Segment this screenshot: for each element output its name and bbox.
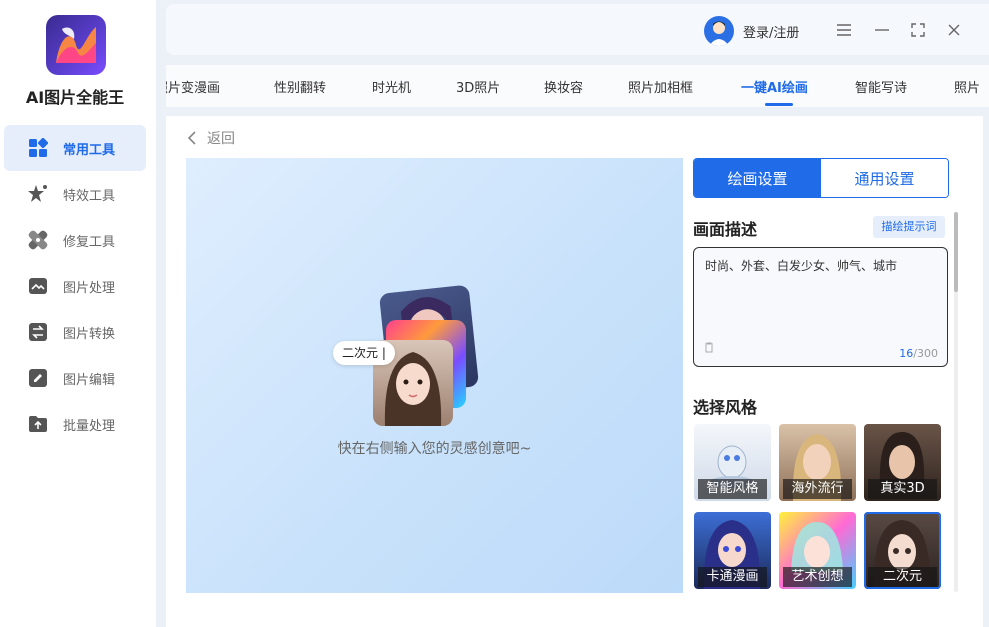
login-button[interactable]: 登录/注册 xyxy=(704,16,799,46)
app-logo xyxy=(46,15,106,75)
description-title: 画面描述 xyxy=(693,220,758,239)
sidebar-item-effect-tools[interactable]: 特效工具 xyxy=(4,171,146,217)
sidebar-item-common-tools[interactable]: 常用工具 xyxy=(4,125,146,171)
description-input[interactable]: 时尚、外套、白发少女、帅气、城市 16/300 xyxy=(693,247,948,367)
tab-photo-frame[interactable]: 照片加相框 xyxy=(628,77,693,96)
main-panel: 返回 二次元 | 快在右侧输入您的灵感创意吧~ 绘画设置 通用设置 画面描述 描… xyxy=(166,116,983,627)
edit-icon xyxy=(27,367,49,389)
image-icon xyxy=(27,275,49,297)
preview-canvas: 二次元 | 快在右侧输入您的灵感创意吧~ xyxy=(186,158,683,593)
avatar-icon xyxy=(704,16,734,46)
minimize-icon[interactable] xyxy=(873,21,891,39)
tab-3d-photo[interactable]: 3D照片 xyxy=(456,77,500,96)
tab-draw-settings[interactable]: 绘画设置 xyxy=(694,159,821,197)
sidebar-item-label: 修复工具 xyxy=(63,234,116,250)
star-effect-icon xyxy=(27,183,49,205)
tab-photo-to-comic[interactable]: 照片变漫画 xyxy=(166,77,220,96)
description-text: 时尚、外套、白发少女、帅气、城市 xyxy=(705,259,898,273)
style-art[interactable]: 艺术创想 xyxy=(779,512,856,589)
canvas-hint: 快在右侧输入您的灵感创意吧~ xyxy=(337,441,532,457)
upload-folder-icon xyxy=(27,413,49,435)
sidebar-item-label: 图片编辑 xyxy=(63,372,116,388)
swap-icon xyxy=(27,321,49,343)
app-name: AI图片全能王 xyxy=(25,88,125,107)
title-bar: 登录/注册 xyxy=(166,4,989,55)
style-realistic-3d[interactable]: 真实3D xyxy=(864,424,941,501)
back-label: 返回 xyxy=(207,131,235,147)
style-cartoon[interactable]: 卡通漫画 xyxy=(694,512,771,589)
menu-icon[interactable] xyxy=(835,21,853,39)
char-counter: 16/300 xyxy=(899,347,938,360)
tab-gender-swap[interactable]: 性别翻转 xyxy=(274,77,326,96)
sidebar-item-image-edit[interactable]: 图片编辑 xyxy=(4,355,146,401)
sidebar-item-label: 批量处理 xyxy=(63,418,116,434)
trash-icon[interactable] xyxy=(704,338,714,357)
style-label: 艺术创想 xyxy=(783,567,852,587)
style-chip-label: 二次元 xyxy=(342,346,379,360)
style-title: 选择风格 xyxy=(693,398,758,417)
style-overseas[interactable]: 海外流行 xyxy=(779,424,856,501)
sidebar-item-label: 特效工具 xyxy=(63,188,116,204)
style-label: 二次元 xyxy=(868,567,937,587)
style-label: 真实3D xyxy=(868,479,937,499)
tab-ai-painting[interactable]: 一键AI绘画 xyxy=(741,77,808,96)
style-label: 智能风格 xyxy=(698,479,767,499)
tab-makeup[interactable]: 换妆容 xyxy=(544,77,583,96)
scrollbar-thumb[interactable] xyxy=(954,212,958,292)
sidebar-item-repair-tools[interactable]: 修复工具 xyxy=(4,217,146,263)
style-chip: 二次元 | xyxy=(333,341,395,365)
sidebar-item-label: 图片转换 xyxy=(63,326,116,342)
tab-photo-more[interactable]: 照片 xyxy=(954,77,980,96)
back-button[interactable]: 返回 xyxy=(186,128,235,148)
scrollbar[interactable] xyxy=(954,212,958,592)
tab-smart-poem[interactable]: 智能写诗 xyxy=(855,77,907,96)
maximize-icon[interactable] xyxy=(909,21,927,39)
style-smart[interactable]: 智能风格 xyxy=(694,424,771,501)
settings-tab-switch: 绘画设置 通用设置 xyxy=(693,158,949,198)
style-label: 卡通漫画 xyxy=(698,567,767,587)
grid-icon xyxy=(27,137,49,159)
style-anime[interactable]: 二次元 xyxy=(864,512,941,589)
feature-tabs: 照片变漫画 性别翻转 时光机 3D照片 换妆容 照片加相框 一键AI绘画 智能写… xyxy=(166,65,989,107)
close-icon[interactable] xyxy=(945,21,963,39)
sidebar-item-image-processing[interactable]: 图片处理 xyxy=(4,263,146,309)
sidebar-nav: 常用工具 特效工具 修复工具 图片处理 图片转换 图片编辑 批量处理 xyxy=(4,125,146,447)
char-max: /300 xyxy=(913,347,938,360)
sidebar-item-image-convert[interactable]: 图片转换 xyxy=(4,309,146,355)
sidebar: AI图片全能王 常用工具 特效工具 修复工具 图片处理 图片转换 图片编辑 批量… xyxy=(0,0,156,627)
login-label: 登录/注册 xyxy=(743,25,800,41)
sidebar-item-batch[interactable]: 批量处理 xyxy=(4,401,146,447)
style-label: 海外流行 xyxy=(783,479,852,499)
sidebar-item-label: 图片处理 xyxy=(63,280,116,296)
active-tab-indicator xyxy=(765,103,793,106)
chevron-left-icon xyxy=(187,131,196,145)
bandage-icon xyxy=(27,229,49,251)
char-count: 16 xyxy=(899,347,914,360)
prompt-words-button[interactable]: 描绘提示词 xyxy=(873,216,945,238)
sidebar-item-label: 常用工具 xyxy=(63,142,116,158)
tab-general-settings[interactable]: 通用设置 xyxy=(821,159,948,197)
tab-time-machine[interactable]: 时光机 xyxy=(372,77,411,96)
